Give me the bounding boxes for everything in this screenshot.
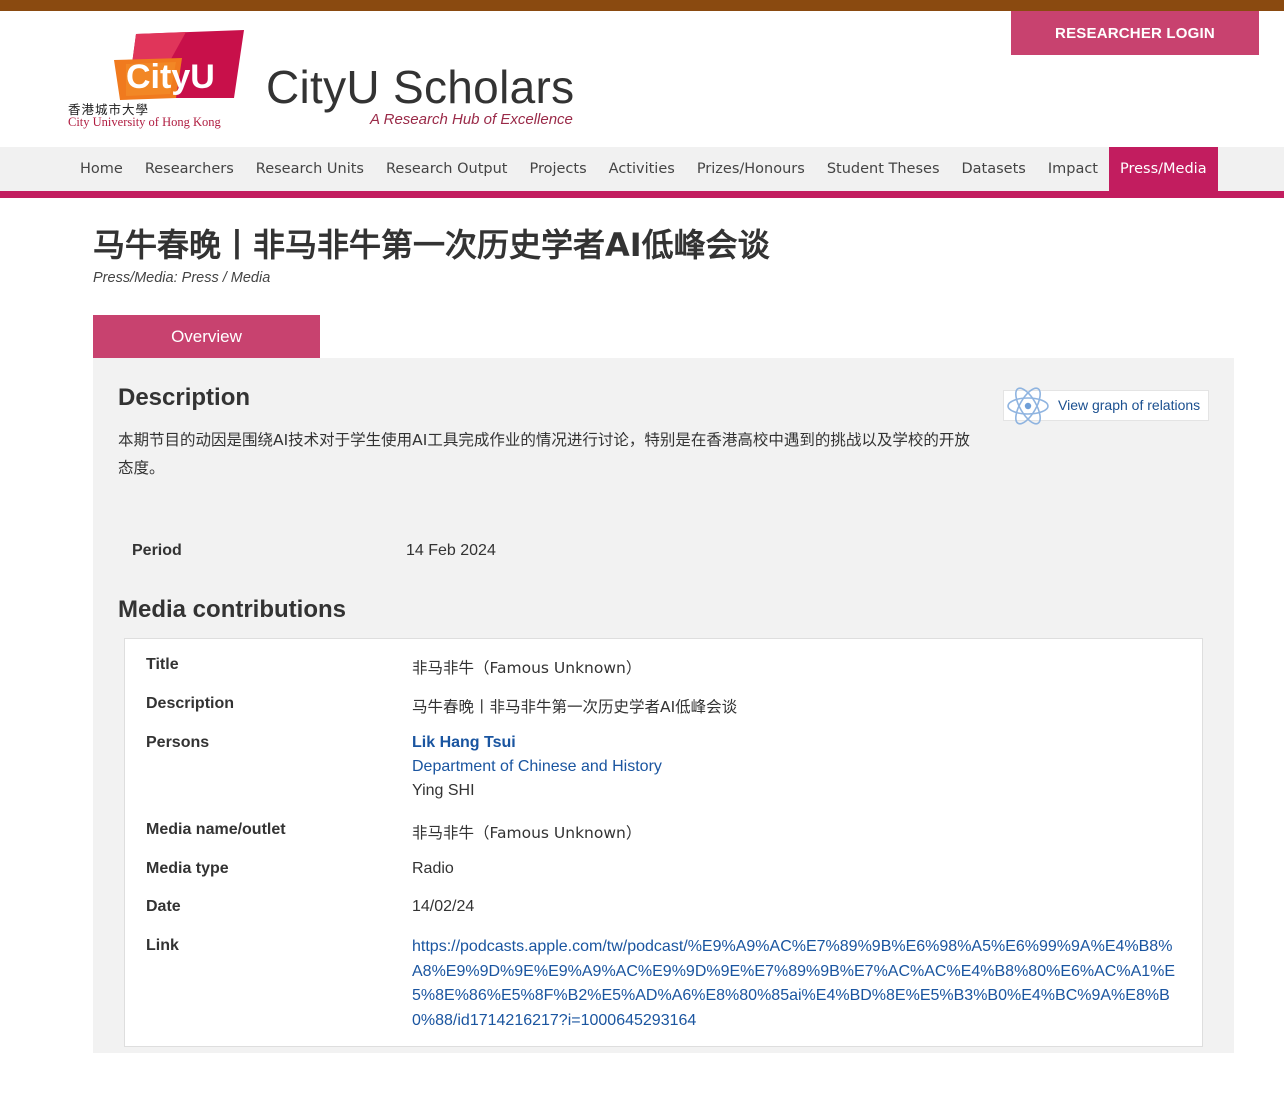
nav-item-research-output[interactable]: Research Output (375, 147, 519, 191)
media-description-label: Description (146, 695, 235, 712)
media-title-label: Title (146, 656, 179, 673)
period-value: 14 Feb 2024 (406, 542, 496, 559)
logo-wordmark: CityU (126, 58, 215, 96)
site-tagline: A Research Hub of Excellence (370, 111, 573, 128)
media-date-value: 14/02/24 (412, 898, 475, 915)
nav-item-home[interactable]: Home (69, 147, 134, 191)
view-graph-link[interactable]: View graph of relations (1058, 397, 1200, 413)
period-label: Period (132, 542, 182, 559)
site-title[interactable]: CityU Scholars (266, 60, 574, 114)
content-type-label: Press/Media: Press / Media (93, 270, 271, 286)
media-link-label: Link (146, 937, 179, 954)
nav-item-researchers[interactable]: Researchers (134, 147, 245, 191)
media-outlet-value: 非马非牛（Famous Unknown） (412, 824, 642, 842)
description-text: 本期节目的动因是围绕AI技术对于学生使用AI工具完成作业的情况进行讨论，特别是在… (118, 431, 970, 477)
top-strip (0, 0, 1284, 11)
nav-item-datasets[interactable]: Datasets (951, 147, 1037, 191)
media-type-value: Radio (412, 860, 454, 877)
logo-english-name: City University of Hong Kong (68, 115, 221, 129)
media-outlet-label: Media name/outlet (146, 821, 286, 838)
page-title: 马牛春晚丨非马非牛第一次历史学者AI低峰会谈 (93, 226, 770, 264)
nav-item-prizes-honours[interactable]: Prizes/Honours (686, 147, 816, 191)
media-persons-label: Persons (146, 734, 210, 751)
media-title-value: 非马非牛（Famous Unknown） (412, 659, 642, 677)
nav-underline (0, 191, 1284, 198)
nav-item-activities[interactable]: Activities (598, 147, 686, 191)
description-heading: Description (118, 384, 251, 411)
media-description-value: 马牛春晚丨非马非牛第一次历史学者AI低峰会谈 (412, 698, 738, 716)
department-link[interactable]: Department of Chinese and History (412, 758, 662, 776)
media-date-label: Date (146, 898, 181, 915)
main-nav: Home Researchers Research Units Research Ou… (0, 147, 1284, 191)
researcher-login-button[interactable]: RESEARCHER LOGIN (1011, 11, 1259, 55)
tab-overview[interactable]: Overview (93, 315, 320, 358)
nav-item-projects[interactable]: Projects (518, 147, 597, 191)
person-ying-shi: Ying SHI (412, 782, 475, 799)
atom-icon (1007, 387, 1049, 425)
nav-item-research-units[interactable]: Research Units (245, 147, 375, 191)
nav-item-student-theses[interactable]: Student Theses (816, 147, 951, 191)
media-contributions-heading: Media contributions (118, 596, 346, 623)
person-link-lik-hang-tsui[interactable]: Lik Hang Tsui (412, 734, 516, 752)
media-type-label: Media type (146, 860, 229, 877)
nav-item-impact[interactable]: Impact (1037, 147, 1109, 191)
nav-item-press-media[interactable]: Press/Media (1109, 147, 1218, 191)
podcast-url-link[interactable]: https://podcasts.apple.com/tw/podcast/%E… (412, 935, 1182, 1033)
